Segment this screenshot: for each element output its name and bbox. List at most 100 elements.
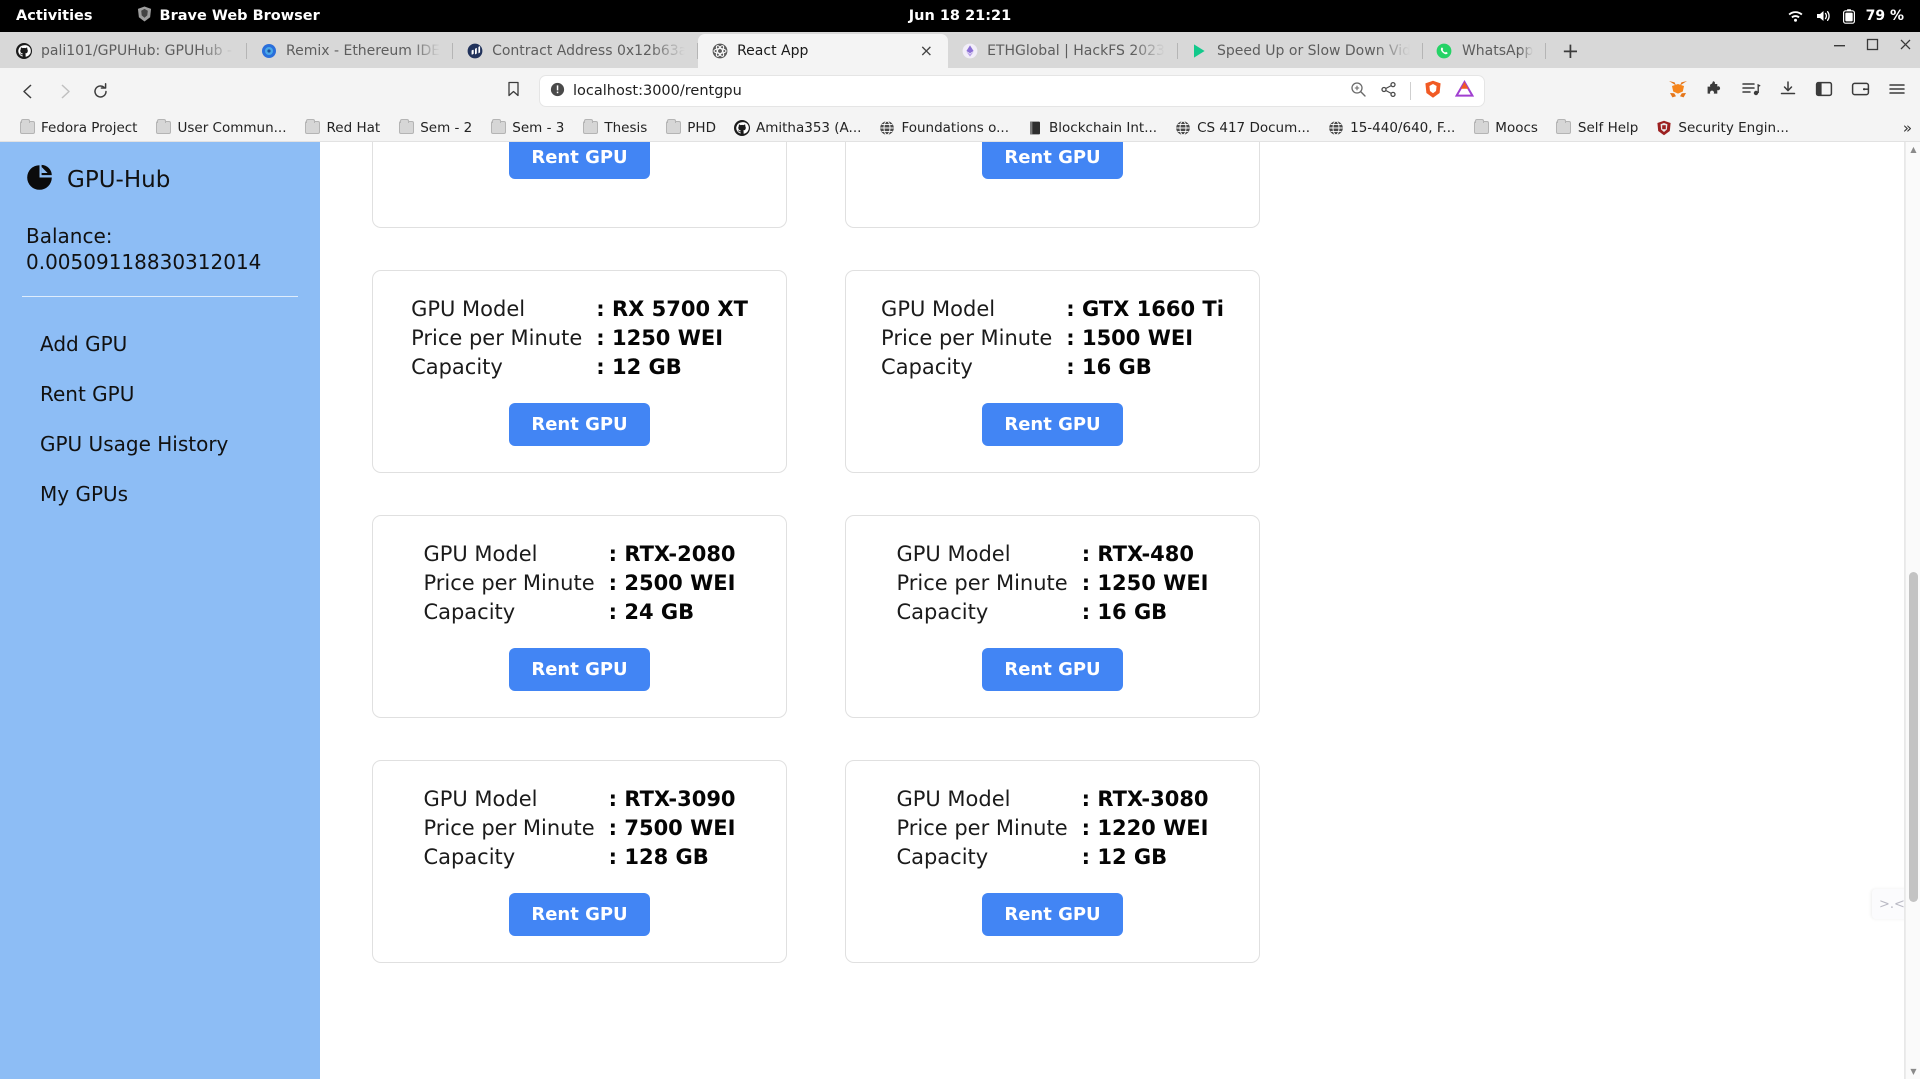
activities-button[interactable]: Activities — [16, 8, 93, 24]
bookmark-item[interactable]: PHD — [656, 118, 725, 138]
browser-tab[interactable]: Speed Up or Slow Down Video — [1178, 34, 1423, 68]
gpu-card: GPU Model: RTX-3090 Price per Minute: 750… — [372, 760, 787, 963]
spec-label-model: GPU Model — [881, 297, 996, 321]
maximize-window-button[interactable] — [1866, 38, 1879, 55]
spec-label-capacity: Capacity — [881, 355, 973, 379]
rent-gpu-button[interactable]: Rent GPU — [509, 142, 650, 179]
bookmark-label: 15-440/640, F... — [1350, 119, 1456, 136]
page-scrollbar[interactable]: ▲ ▼ — [1905, 142, 1920, 1079]
brave-shields-icon[interactable] — [1424, 80, 1442, 103]
extensions-icon[interactable] — [1706, 80, 1724, 102]
browser-tab[interactable]: Remix - Ethereum IDE — [247, 34, 454, 68]
bookmark-item[interactable]: 15-440/640, F... — [1319, 118, 1464, 138]
bookmark-item[interactable]: Blockchain Int... — [1018, 118, 1166, 138]
active-app-label: Brave Web Browser — [159, 8, 320, 24]
sidebar-item-my-gpus[interactable]: My GPUs — [0, 469, 320, 519]
bookmark-item[interactable]: User Commun... — [146, 118, 295, 138]
sidebar-item-rent-gpu[interactable]: Rent GPU — [0, 369, 320, 419]
spec-label-price: Price per Minute — [411, 326, 583, 350]
tab-close-icon[interactable]: × — [918, 43, 935, 59]
bookmark-item[interactable]: Self Help — [1547, 118, 1647, 138]
address-bar-text[interactable]: localhost:3000/rentgpu — [573, 83, 742, 99]
tab-title: Contract Address 0x12b63ac4 — [492, 43, 686, 59]
spec-value-model: : RTX-3090 — [608, 787, 736, 811]
address-bar[interactable]: localhost:3000/rentgpu — [540, 76, 1484, 106]
browser-tab[interactable]: WhatsApp — [1423, 34, 1547, 68]
gpu-specs: GPU Model: RTX-480 Price per Minute: 1250… — [897, 542, 1209, 624]
spec-value-capacity: : 16 GB — [1081, 600, 1168, 624]
rent-gpu-button[interactable]: Rent GPU — [982, 142, 1123, 179]
sidebar-item-gpu-usage-history[interactable]: GPU Usage History — [0, 419, 320, 469]
spec-label-capacity: Capacity — [896, 845, 989, 869]
downloads-icon[interactable] — [1779, 80, 1797, 102]
wallet-icon[interactable] — [1851, 80, 1870, 102]
reload-button[interactable] — [84, 75, 116, 107]
rent-gpu-button[interactable]: Rent GPU — [982, 648, 1123, 691]
bookmark-label: Foundations o... — [901, 119, 1010, 136]
browser-tab[interactable]: Contract Address 0x12b63ac4 — [453, 34, 699, 68]
spec-label-price: Price per Minute — [881, 326, 1053, 350]
close-window-button[interactable] — [1899, 38, 1912, 55]
brave-rewards-icon[interactable] — [1454, 80, 1475, 102]
gpu-specs: GPU Model: GTX 1660 Ti Price per Minute: … — [881, 297, 1224, 379]
bookmark-label: Sem - 3 — [512, 119, 565, 136]
bookmark-label: Fedora Project — [41, 119, 138, 136]
window-controls[interactable] — [1833, 38, 1912, 55]
rent-gpu-button[interactable]: Rent GPU — [509, 893, 650, 936]
metamask-icon[interactable] — [1668, 80, 1688, 103]
address-bar-region: localhost:3000/rentgpu — [120, 75, 1654, 107]
play-icon — [1191, 43, 1208, 60]
browser-tab[interactable]: ETHGlobal | HackFS 2023 — [948, 34, 1178, 68]
spec-value-model: : RTX-2080 — [608, 542, 736, 566]
menu-icon[interactable] — [1888, 80, 1906, 102]
bookmark-item[interactable]: Thesis — [573, 118, 656, 138]
bookmark-item[interactable]: CS 417 Docum... — [1166, 118, 1319, 138]
bookmark-label: Blockchain Int... — [1049, 119, 1158, 136]
rent-gpu-button[interactable]: Rent GPU — [509, 403, 650, 446]
bookmark-item[interactable]: Security Engin... — [1647, 118, 1798, 138]
browser-tab[interactable]: pali101/GPUHub: GPUHub - D — [2, 34, 247, 68]
battery-icon — [1842, 8, 1855, 24]
address-bar-actions — [1350, 80, 1475, 103]
bookmark-item[interactable]: Moocs — [1464, 118, 1547, 138]
bookmark-label: Security Engin... — [1678, 119, 1789, 136]
bookmark-item[interactable]: Amitha353 (A... — [725, 118, 870, 138]
zoom-icon[interactable] — [1350, 81, 1367, 102]
ethglobal-icon — [961, 43, 978, 60]
active-app-indicator[interactable]: Brave Web Browser — [137, 6, 320, 26]
spec-label-price: Price per Minute — [896, 571, 1068, 595]
new-tab-button[interactable]: + — [1552, 34, 1588, 68]
share-icon[interactable] — [1380, 81, 1397, 102]
playlist-icon[interactable] — [1742, 80, 1761, 102]
sidebar-icon[interactable] — [1815, 80, 1833, 102]
gpu-specs: GPU Model: RX 5700 XT Price per Minute: 1… — [411, 297, 748, 379]
system-clock[interactable]: Jun 18 21:21 — [909, 8, 1011, 24]
forward-button[interactable] — [48, 75, 80, 107]
gpu-card: GPU Model: RTX-480 Price per Minute: 1250… — [845, 515, 1260, 718]
rent-gpu-button[interactable]: Rent GPU — [982, 893, 1123, 936]
minimize-window-button[interactable] — [1833, 38, 1846, 55]
bookmark-item[interactable]: Sem - 2 — [389, 118, 481, 138]
scroll-up-arrow[interactable]: ▲ — [1906, 142, 1920, 157]
back-button[interactable] — [12, 75, 44, 107]
scroll-down-arrow[interactable]: ▼ — [1906, 1064, 1920, 1079]
browser-tab-active[interactable]: React App × — [698, 34, 949, 68]
rent-gpu-button[interactable]: Rent GPU — [509, 648, 650, 691]
spec-value-model: : RTX-3080 — [1081, 787, 1209, 811]
bookmark-item[interactable]: Foundations o... — [870, 118, 1018, 138]
bookmark-item[interactable]: Red Hat — [296, 118, 390, 138]
gnome-top-bar: Activities Brave Web Browser Jun 18 21:2… — [0, 0, 1920, 32]
gpu-specs: GPU Model: RTX-2080 Price per Minute: 250… — [423, 542, 735, 624]
scrollbar-thumb[interactable] — [1909, 572, 1918, 902]
globe-icon — [1328, 120, 1344, 136]
system-status-area[interactable]: 79 % — [1787, 8, 1904, 24]
bookmark-this-page-icon[interactable] — [505, 81, 522, 102]
bookmarks-overflow-button[interactable]: » — [1903, 119, 1912, 137]
book-icon — [1027, 120, 1043, 136]
bookmark-item[interactable]: Sem - 3 — [481, 118, 573, 138]
rent-gpu-button[interactable]: Rent GPU — [982, 403, 1123, 446]
sidebar-item-add-gpu[interactable]: Add GPU — [0, 319, 320, 369]
app-sidebar: GPU-Hub Balance: 0.00509118830312014 Add… — [0, 142, 320, 1079]
not-secure-icon[interactable] — [550, 82, 565, 101]
bookmark-item[interactable]: Fedora Project — [10, 118, 146, 138]
